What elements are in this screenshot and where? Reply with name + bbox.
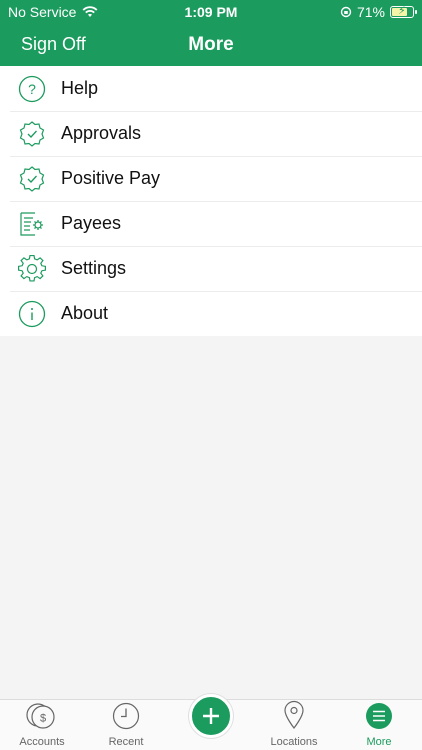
svg-text:?: ? xyxy=(28,81,36,97)
payees-icon xyxy=(17,209,47,239)
menu-item-label: Settings xyxy=(61,258,127,278)
charging-bolt-icon: ⚡ xyxy=(398,5,406,17)
page-title: More xyxy=(188,34,234,55)
tab-locations[interactable]: Locations xyxy=(252,700,336,750)
gear-icon xyxy=(17,254,47,284)
plus-icon xyxy=(203,708,219,724)
location-pin-icon xyxy=(284,700,304,729)
menu-item-approvals[interactable]: Approvals xyxy=(0,111,422,156)
tab-label: Locations xyxy=(270,736,318,748)
tab-label: Recent xyxy=(108,736,144,748)
menu-item-settings[interactable]: Settings xyxy=(0,246,422,291)
menu-item-label: Help xyxy=(61,78,99,98)
approvals-badge-icon xyxy=(17,119,47,149)
add-fab-button[interactable] xyxy=(189,694,233,738)
clock-icon xyxy=(112,702,140,730)
tab-more[interactable]: More xyxy=(337,700,421,750)
menu-item-payees[interactable]: Payees xyxy=(0,201,422,246)
info-icon xyxy=(17,299,47,329)
accounts-coins-icon: $ xyxy=(26,703,55,729)
menu-item-about[interactable]: About xyxy=(0,291,422,336)
battery-percent: 71% xyxy=(356,4,385,20)
help-icon: ? xyxy=(17,74,47,104)
more-menu-list: ? Help Approvals Positive Pay Payees Set… xyxy=(0,66,422,336)
menu-item-label: About xyxy=(61,303,109,323)
menu-item-help[interactable]: ? Help xyxy=(0,66,422,111)
menu-item-label: Positive Pay xyxy=(61,168,161,188)
svg-text:$: $ xyxy=(40,713,46,725)
menu-item-label: Payees xyxy=(61,213,122,233)
battery-icon: ⚡ xyxy=(390,5,417,18)
tab-recent[interactable]: Recent xyxy=(84,700,168,750)
top-header: No Service 1:09 PM 71% ⚡ Sign Off More xyxy=(0,0,422,66)
menu-item-positive-pay[interactable]: Positive Pay xyxy=(0,156,422,201)
orientation-lock-icon xyxy=(340,6,352,18)
tab-accounts[interactable]: $ Accounts xyxy=(0,700,84,750)
menu-item-label: Approvals xyxy=(61,123,142,143)
tab-label: More xyxy=(366,736,392,748)
status-bar: No Service 1:09 PM 71% ⚡ xyxy=(0,0,422,24)
positive-pay-badge-icon xyxy=(17,164,47,194)
tab-label: Accounts xyxy=(19,736,65,748)
menu-icon xyxy=(366,703,392,729)
